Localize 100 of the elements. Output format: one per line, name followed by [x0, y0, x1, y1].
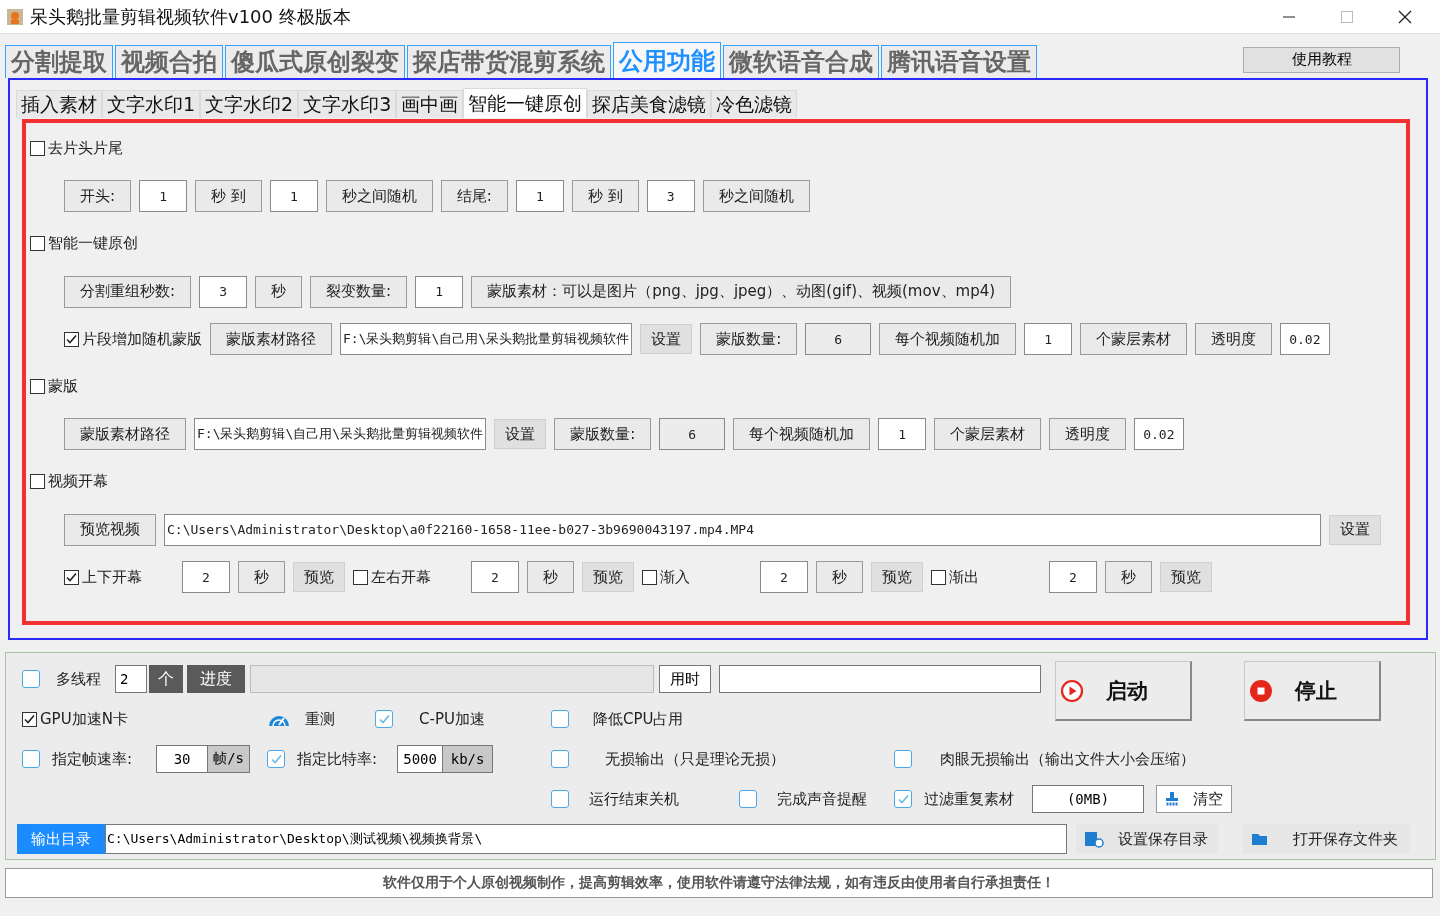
checkbox-label: 过滤重复素材	[924, 789, 1014, 809]
stop-icon	[1249, 678, 1273, 703]
checkmark-icon	[24, 713, 35, 725]
checkbox-label: 肉眼无损输出（输出文件大小会压缩）	[940, 749, 1195, 769]
elapsed-field[interactable]	[719, 665, 1041, 693]
option-label: 秒	[816, 561, 863, 594]
input-field[interactable]: 0.02	[1280, 323, 1330, 356]
checkbox[interactable]	[931, 569, 946, 585]
option-label: 裂变数量:	[310, 275, 408, 308]
path-field[interactable]: C:\Users\Administrator\Desktop\a0f22160-1658-11ee-b027-3b9690043197.mp4.MP4	[164, 513, 1321, 546]
checkbox-label: 智能一键原创	[48, 234, 138, 254]
checkmark-icon	[270, 753, 282, 765]
notice-text: 软件仅用于个人原创视频制作，提高剪辑效率，使用软件请遵守法律法规，如有违反由使用者自行承担责任！	[383, 874, 1055, 892]
checkmark-icon	[66, 333, 77, 345]
input-field[interactable]: 1	[1024, 323, 1073, 356]
path-field[interactable]: F:\呆头鹅剪辑\自己用\呆头鹅批量剪辑视频软件	[194, 418, 487, 451]
checkbox[interactable]	[551, 710, 569, 728]
checkbox-label: 蒙版	[48, 377, 78, 397]
action-button[interactable]: 设置	[494, 419, 547, 450]
checkbox[interactable]	[30, 236, 45, 252]
input-field[interactable]: 2	[1049, 561, 1097, 594]
main-tab[interactable]: 探店带货混剪系统	[407, 45, 611, 78]
checkbox[interactable]	[22, 750, 40, 768]
option-label: 透明度	[1195, 323, 1273, 356]
checkbox[interactable]	[64, 569, 79, 585]
option-label: 秒 到	[571, 180, 639, 213]
retest-button[interactable]: 重测	[305, 709, 335, 729]
checkbox[interactable]	[267, 750, 285, 768]
stop-button[interactable]: 停止	[1244, 661, 1381, 721]
checkbox[interactable]	[642, 569, 657, 585]
input-field[interactable]: 2	[471, 561, 519, 594]
path-field[interactable]: F:\呆头鹅剪辑\自己用\呆头鹅批量剪辑视频软件	[340, 323, 633, 356]
checkbox[interactable]	[375, 710, 393, 728]
checkbox[interactable]	[30, 379, 45, 395]
main-tab[interactable]: 腾讯语音设置	[881, 45, 1037, 78]
checkbox[interactable]	[739, 790, 757, 808]
checkbox[interactable]	[22, 670, 40, 688]
open-folder-button[interactable]: 打开保存文件夹	[1243, 824, 1410, 854]
action-button[interactable]: 预览	[293, 562, 345, 593]
action-button[interactable]: 预览	[1160, 562, 1212, 593]
option-label: 秒	[255, 275, 303, 308]
sub-tab[interactable]: 文字水印2	[200, 90, 299, 118]
main-tab[interactable]: 分割提取	[5, 45, 113, 78]
help-button[interactable]: 使用教程	[1243, 46, 1400, 73]
main-tab[interactable]: 傻瓜式原创裂变	[225, 45, 405, 78]
sub-tab[interactable]: 探店美食滤镜	[587, 90, 712, 118]
checkbox[interactable]	[551, 750, 569, 768]
checkbox[interactable]	[30, 474, 45, 490]
checkbox-label: 片段增加随机蒙版	[82, 329, 202, 349]
input-field[interactable]: 1	[139, 180, 188, 213]
checkbox[interactable]	[894, 790, 912, 808]
app-icon	[6, 7, 24, 26]
checkbox[interactable]	[64, 331, 79, 347]
checkbox-label: 去片头片尾	[48, 139, 123, 159]
checkbox[interactable]	[894, 750, 912, 768]
output-dir-field[interactable]: C:\Users\Administrator\Desktop\测试视频\视频换背景\	[105, 824, 1067, 854]
input-field[interactable]: 30	[156, 745, 209, 773]
folder-icon	[1251, 832, 1269, 846]
sub-tab[interactable]: 插入素材	[16, 90, 102, 118]
input-field[interactable]: 5000	[397, 745, 444, 773]
checkbox-label: 指定比特率:	[297, 749, 378, 769]
unit-label: 帧/s	[208, 745, 251, 773]
option-label: 结尾:	[440, 180, 508, 213]
sub-tab[interactable]: 冷色滤镜	[711, 90, 798, 118]
option-label: 秒 到	[195, 180, 262, 213]
input-field[interactable]: 3	[199, 275, 248, 308]
main-tab[interactable]: 视频合拍	[115, 45, 223, 78]
option-label: 秒	[1105, 561, 1152, 594]
input-field[interactable]: 2	[115, 665, 147, 693]
option-label: 每个视频随机加	[733, 418, 871, 451]
checkbox[interactable]	[353, 569, 368, 585]
checkbox-label: C-PU加速	[419, 709, 485, 729]
sub-tab[interactable]: 文字水印1	[102, 90, 201, 118]
checkbox-label: 无损输出（只是理论无损）	[605, 749, 785, 769]
option-label: 蒙版素材路径	[64, 418, 186, 451]
input-field[interactable]: 3	[646, 180, 695, 213]
start-button[interactable]: 启动	[1055, 661, 1192, 721]
action-button[interactable]: 设置	[640, 324, 693, 355]
input-field[interactable]: 2	[182, 561, 230, 594]
input-field[interactable]: 0.02	[1134, 418, 1184, 451]
input-field[interactable]: 2	[760, 561, 808, 594]
option-label: 预览视频	[64, 513, 156, 546]
input-field[interactable]: 1	[415, 275, 464, 308]
sub-tab[interactable]: 智能一键原创	[463, 88, 588, 118]
input-field[interactable]: 1	[878, 418, 927, 451]
main-tab[interactable]: 微软语音合成	[723, 45, 879, 78]
checkbox[interactable]	[22, 711, 37, 727]
checkbox[interactable]	[551, 790, 569, 808]
set-dir-button[interactable]: 设置保存目录	[1076, 824, 1218, 854]
sub-tab[interactable]: 文字水印3	[298, 90, 397, 118]
action-button[interactable]: 预览	[582, 562, 634, 593]
input-field[interactable]: 1	[269, 180, 318, 213]
input-field[interactable]: 1	[515, 180, 564, 213]
action-button[interactable]: 设置	[1329, 514, 1381, 545]
sub-tab[interactable]: 画中画	[396, 90, 464, 118]
option-label: 秒	[527, 561, 574, 594]
action-button[interactable]: 预览	[871, 562, 923, 593]
checkbox[interactable]	[30, 141, 45, 157]
checkmark-icon	[897, 793, 909, 805]
clear-button[interactable]: 清空	[1156, 785, 1232, 813]
